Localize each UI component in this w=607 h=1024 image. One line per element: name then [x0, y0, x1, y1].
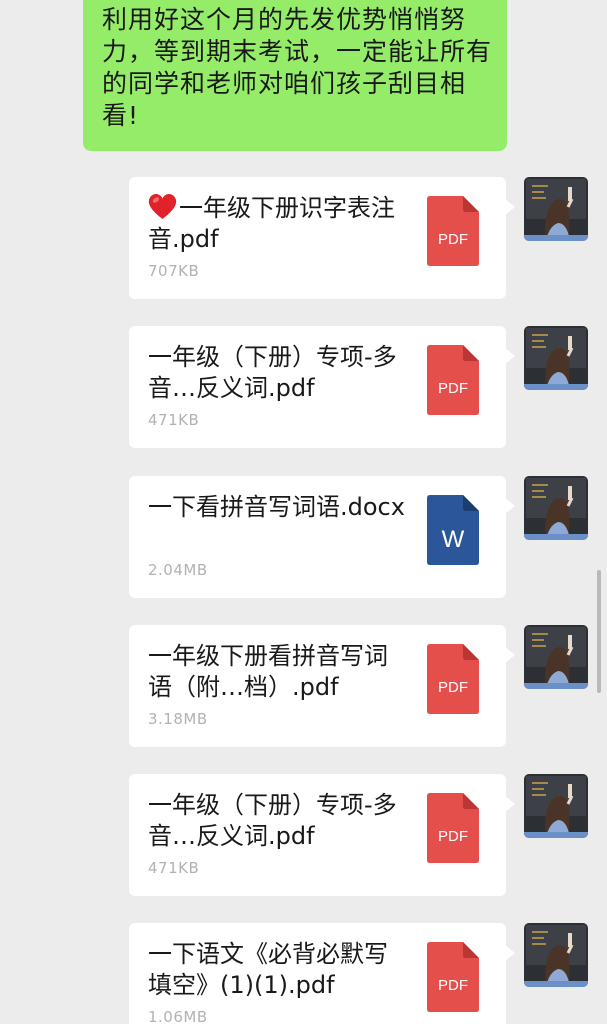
- file-type-label: W: [442, 526, 465, 553]
- file-name: 一年级（下册）专项-多音…反义词.pdf: [148, 343, 397, 402]
- file-message[interactable]: 一下语文《必背必默写填空》(1)(1).pdf 1.06MB PDF: [129, 923, 515, 1024]
- sender-avatar[interactable]: [524, 177, 588, 241]
- file-type-label: PDF: [438, 828, 468, 845]
- file-name: 一年级（下册）专项-多音…反义词.pdf: [148, 791, 397, 850]
- pdf-icon: PDF: [427, 196, 479, 266]
- sender-avatar[interactable]: [524, 923, 588, 987]
- file-size: 707KB: [148, 262, 200, 280]
- sender-avatar[interactable]: [524, 625, 588, 689]
- file-message[interactable]: 一年级（下册）专项-多音…反义词.pdf 471KB PDF: [129, 774, 515, 896]
- file-size: 2.04MB: [148, 561, 208, 579]
- file-message[interactable]: 一年级（下册）专项-多音…反义词.pdf 471KB PDF: [129, 326, 515, 448]
- file-name: 一下语文《必背必默写填空》(1)(1).pdf: [148, 940, 388, 999]
- file-size: 1.06MB: [148, 1008, 208, 1024]
- file-type-label: PDF: [438, 977, 468, 994]
- text-message-bubble[interactable]: 利用好这个月的先发优势悄悄努力，等到期末考试，一定能让所有的同学和老师对咱们孩子…: [83, 0, 507, 151]
- file-name: 一年级下册看拼音写词语（附…档）.pdf: [148, 642, 388, 701]
- sender-avatar[interactable]: [524, 476, 588, 540]
- heart-icon: [148, 193, 177, 220]
- file-size: 471KB: [148, 859, 200, 877]
- file-size: 471KB: [148, 411, 200, 429]
- file-size: 3.18MB: [148, 710, 208, 728]
- chat-window[interactable]: 利用好这个月的先发优势悄悄努力，等到期末考试，一定能让所有的同学和老师对咱们孩子…: [0, 0, 607, 1024]
- scrollbar[interactable]: [597, 570, 601, 693]
- sender-avatar[interactable]: [524, 774, 588, 838]
- file-name: 一年级下册识字表注音.pdf: [148, 193, 395, 253]
- text-message: 利用好这个月的先发优势悄悄努力，等到期末考试，一定能让所有的同学和老师对咱们孩子…: [102, 5, 493, 130]
- file-message[interactable]: 一年级下册看拼音写词语（附…档）.pdf 3.18MB PDF: [129, 625, 515, 747]
- pdf-icon: PDF: [427, 644, 479, 714]
- file-message[interactable]: 一年级下册识字表注音.pdf 707KB PDF: [129, 177, 515, 299]
- pdf-icon: PDF: [427, 345, 479, 415]
- word-icon: W: [427, 495, 479, 565]
- file-name: 一下看拼音写词语.docx: [148, 493, 405, 521]
- file-message[interactable]: 一下看拼音写词语.docx 2.04MB W: [129, 476, 515, 598]
- sender-avatar[interactable]: [524, 326, 588, 390]
- pdf-icon: PDF: [427, 793, 479, 863]
- file-type-label: PDF: [438, 380, 468, 397]
- file-type-label: PDF: [438, 679, 468, 696]
- pdf-icon: PDF: [427, 942, 479, 1012]
- file-type-label: PDF: [438, 231, 468, 248]
